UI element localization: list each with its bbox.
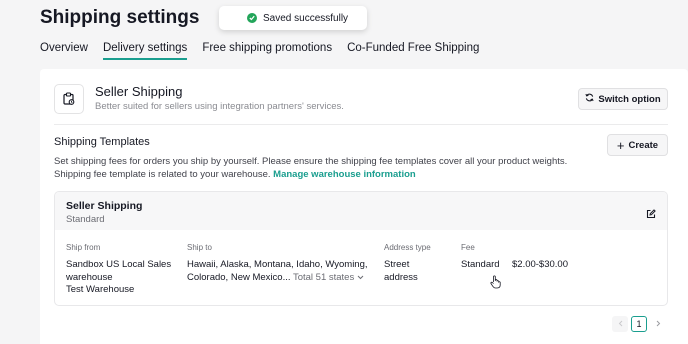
fee-header: Fee: [461, 243, 475, 252]
ship-to-text: Colorado, New Mexico...: [187, 271, 291, 283]
tab-co-funded-free-shipping[interactable]: Co-Funded Free Shipping: [347, 42, 479, 60]
chevron-down-icon: [357, 272, 364, 283]
success-toast: Saved successfully: [219, 6, 367, 30]
seller-shipping-description: Better suited for sellers using integrat…: [95, 101, 344, 112]
section-divider: [54, 124, 668, 125]
fee-type-value: Standard: [461, 259, 500, 270]
plus-icon: +: [616, 137, 625, 153]
shipping-templates-title: Shipping Templates: [54, 136, 150, 148]
toast-message: Saved successfully: [263, 12, 349, 24]
template-header: Seller Shipping Standard: [55, 192, 667, 230]
check-circle-icon: [247, 13, 257, 23]
ship-from-line: warehouse: [66, 271, 113, 283]
ship-from-line: Sandbox US Local Sales: [66, 259, 172, 270]
ship-from-line: Test Warehouse: [66, 284, 135, 295]
seller-shipping-icon: [54, 84, 84, 114]
fee-range-value: $2.00-$30.00: [512, 259, 568, 270]
ship-to-line: Hawaii, Alaska, Montana, Idaho, Wyoming,: [187, 259, 368, 270]
tab-overview[interactable]: Overview: [40, 42, 88, 60]
settings-tabs: Overview Delivery settings Free shipping…: [40, 42, 494, 60]
next-page-button[interactable]: [650, 316, 666, 332]
chevron-right-icon: [656, 319, 661, 329]
hand-cursor-icon: [490, 275, 501, 294]
switch-option-button[interactable]: Switch option: [578, 88, 668, 110]
ship-from-header: Ship from: [66, 243, 101, 252]
address-type-line: Street: [384, 259, 410, 270]
manage-warehouse-link[interactable]: Manage warehouse information: [273, 169, 416, 180]
shipping-options-card: Seller Shipping Better suited for seller…: [40, 69, 688, 344]
templates-info-line-1: Set shipping fees for orders you ship by…: [54, 156, 568, 167]
total-states-label: Total 51 states: [292, 271, 355, 283]
edit-icon[interactable]: [646, 206, 656, 224]
prev-page-button[interactable]: [612, 316, 628, 332]
address-type-line: address: [384, 271, 418, 283]
template-name: Seller Shipping: [66, 200, 143, 212]
refresh-icon: [585, 93, 594, 105]
page-title: Shipping settings: [40, 7, 200, 28]
tab-delivery-settings[interactable]: Delivery settings: [102, 42, 188, 60]
ship-from-value: Sandbox US Local Sales warehouse Test Wa…: [66, 259, 171, 297]
ship-to-header: Ship to: [187, 243, 212, 252]
chevron-left-icon: [618, 319, 623, 329]
create-label: Create: [628, 139, 659, 151]
tab-free-shipping-promotions[interactable]: Free shipping promotions: [202, 42, 332, 60]
ship-to-line: Colorado, New Mexico... Total 51 states: [187, 272, 368, 285]
templates-info-line-2: Shipping fee template is related to your…: [54, 169, 416, 180]
page-number-current[interactable]: 1: [631, 316, 647, 332]
switch-option-label: Switch option: [598, 93, 661, 105]
ship-to-value: Hawaii, Alaska, Montana, Idaho, Wyoming,…: [187, 259, 368, 284]
total-states-dropdown[interactable]: Total 51 states: [293, 272, 364, 283]
shipping-template-card: Seller Shipping Standard Ship from Ship …: [54, 191, 668, 306]
address-type-value: Street address: [384, 259, 418, 284]
create-template-button[interactable]: + Create: [607, 134, 668, 156]
templates-info-text: Shipping fee template is related to your…: [54, 169, 271, 180]
address-type-header: Address type: [384, 243, 431, 252]
template-type: Standard: [66, 214, 105, 225]
seller-shipping-title: Seller Shipping: [95, 84, 183, 99]
